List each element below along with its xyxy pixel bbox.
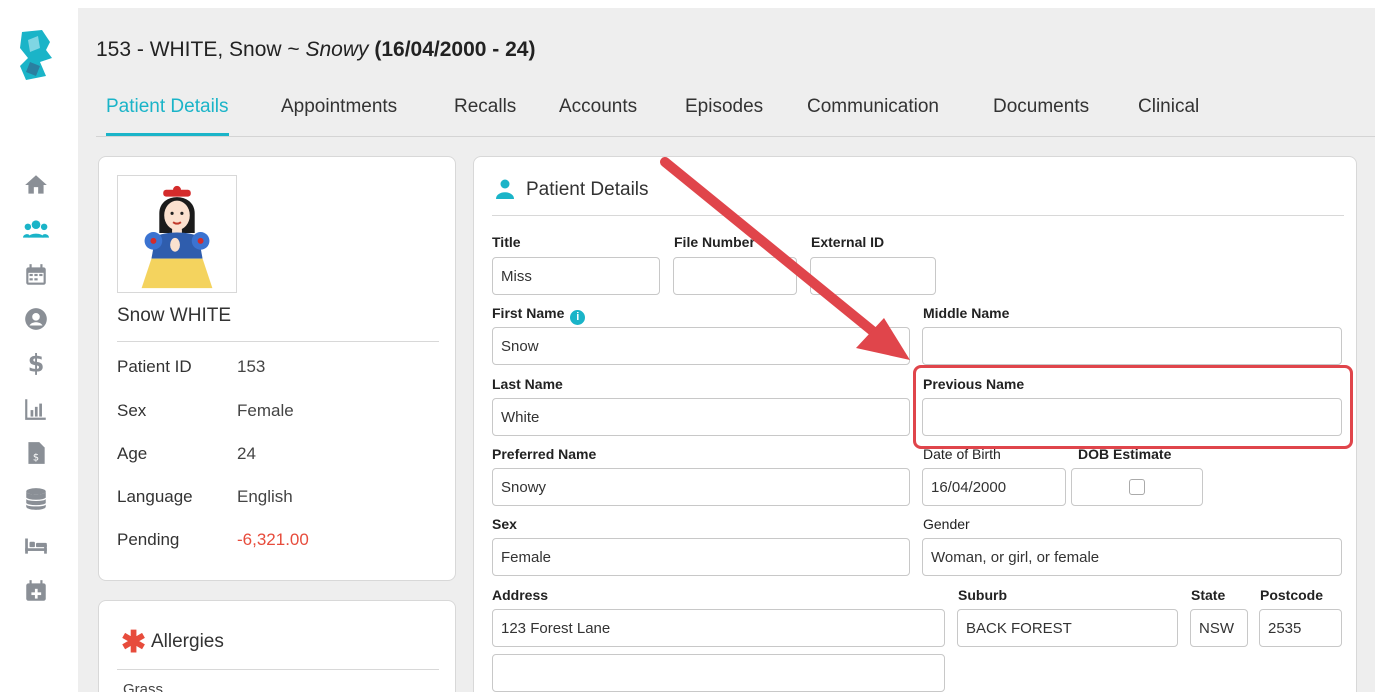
summary-label: Patient ID — [117, 357, 192, 376]
allergies-divider — [117, 669, 439, 670]
summary-label: Age — [117, 444, 148, 463]
suburb-field[interactable] — [957, 609, 1178, 647]
summary-label: Pending — [117, 530, 180, 549]
summary-label: Sex — [117, 401, 147, 420]
allergies-title: Allergies — [151, 631, 224, 652]
sex-field[interactable] — [492, 538, 910, 576]
database-icon[interactable] — [23, 486, 49, 512]
dob-estimate-box — [1071, 468, 1203, 506]
tab-episodes[interactable]: Episodes — [685, 92, 763, 136]
user-icon — [496, 179, 514, 199]
external-id-label: External ID — [811, 234, 885, 250]
previous-name-highlight — [913, 365, 1353, 449]
address-line1-field[interactable] — [492, 609, 945, 647]
file-number-field[interactable] — [673, 257, 797, 295]
home-icon[interactable] — [23, 172, 49, 198]
patient-header-title: 153 - WHITE, Snow ~ Snowy (16/04/2000 - … — [96, 38, 535, 62]
patient-header-nickname: Snowy — [305, 38, 369, 61]
gender-field[interactable] — [922, 538, 1342, 576]
tabs-divider — [96, 136, 1375, 137]
tab-recalls[interactable]: Recalls — [454, 92, 516, 136]
chart-icon[interactable] — [23, 396, 49, 422]
calendar-plus-icon[interactable] — [23, 578, 49, 604]
address-label: Address — [492, 587, 549, 603]
title-field[interactable] — [492, 257, 660, 295]
external-id-field[interactable] — [810, 257, 936, 295]
summary-value: English — [237, 487, 293, 506]
avatar-illustration — [141, 185, 213, 289]
title-label: Title — [492, 234, 521, 250]
patients-icon[interactable] — [23, 216, 49, 242]
left-nav-rail: $ $ — [0, 0, 78, 692]
invoice-icon[interactable]: $ — [23, 440, 49, 466]
pending-balance: -6,321.00 — [237, 530, 309, 549]
summary-value: Female — [237, 401, 294, 420]
main-content: 153 - WHITE, Snow ~ Snowy (16/04/2000 - … — [78, 8, 1375, 692]
address-line2-field[interactable] — [492, 654, 945, 692]
file-number-label: File Number — [674, 234, 755, 250]
tab-accounts[interactable]: Accounts — [559, 92, 637, 136]
sex-label: Sex — [492, 516, 517, 532]
middle-name-field[interactable] — [922, 327, 1342, 365]
preferred-name-label: Preferred Name — [492, 446, 597, 462]
summary-value: 24 — [237, 444, 256, 463]
app-logo — [20, 30, 52, 80]
suburb-label: Suburb — [958, 587, 1007, 603]
patient-avatar — [117, 175, 237, 293]
middle-name-label: Middle Name — [923, 305, 1010, 321]
first-name-label: First Name i — [492, 305, 586, 325]
dollar-icon[interactable]: $ — [23, 350, 49, 378]
summary-divider — [117, 341, 439, 342]
patient-header-name: 153 - WHITE, Snow ~ — [96, 38, 306, 61]
patient-name: Snow WHITE — [117, 305, 232, 326]
allergies-card: ✱ Allergies Grass — [98, 600, 456, 692]
patient-header-dob-age: (16/04/2000 - 24) — [374, 38, 536, 61]
gender-label: Gender — [923, 516, 970, 532]
preferred-name-field[interactable] — [492, 468, 910, 506]
info-icon[interactable]: i — [570, 310, 586, 325]
svg-text:$: $ — [33, 453, 39, 464]
state-field[interactable] — [1190, 609, 1248, 647]
calendar-icon[interactable] — [23, 262, 49, 288]
first-name-label-text: First Name — [492, 305, 565, 321]
date-of-birth-field[interactable] — [922, 468, 1066, 506]
postcode-label: Postcode — [1260, 587, 1324, 603]
postcode-field[interactable] — [1259, 609, 1342, 647]
state-label: State — [1191, 587, 1226, 603]
asterisk-icon: ✱ — [121, 626, 147, 659]
summary-value: 153 — [237, 357, 266, 376]
tab-patient-details[interactable]: Patient Details — [106, 92, 229, 136]
bed-icon[interactable] — [23, 532, 49, 558]
details-title: Patient Details — [526, 179, 649, 200]
summary-label: Language — [117, 487, 193, 506]
details-divider — [492, 215, 1344, 216]
allergy-item: Grass — [123, 681, 164, 692]
tab-clinical[interactable]: Clinical — [1138, 92, 1199, 136]
user-circle-icon[interactable] — [23, 306, 49, 332]
tab-appointments[interactable]: Appointments — [281, 92, 397, 136]
svg-text:$: $ — [28, 350, 45, 376]
dob-estimate-checkbox[interactable] — [1129, 479, 1145, 495]
last-name-field[interactable] — [492, 398, 910, 436]
patient-summary-card: Snow WHITE Patient ID 153 Sex Female Age… — [98, 156, 456, 581]
last-name-label: Last Name — [492, 376, 563, 392]
tab-documents[interactable]: Documents — [993, 92, 1089, 136]
tab-communication[interactable]: Communication — [807, 92, 939, 136]
first-name-field[interactable] — [492, 327, 910, 365]
